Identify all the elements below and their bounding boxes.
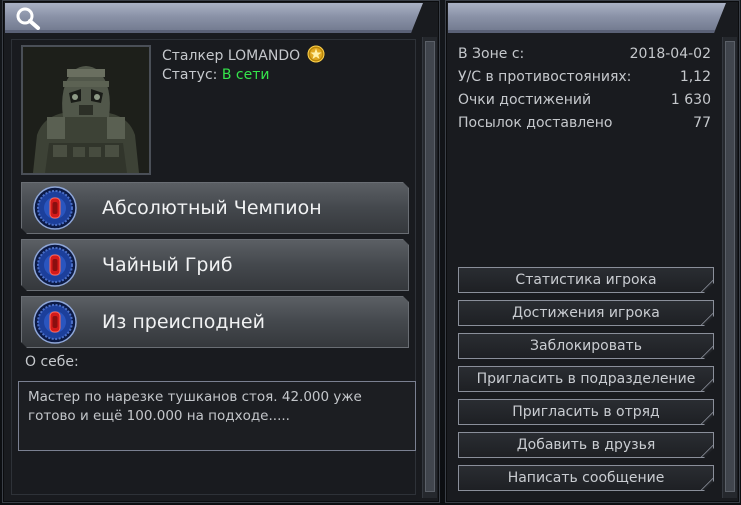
- stat-row-kd-ratio: У/С в противостояниях: 1,12: [458, 69, 711, 92]
- stat-value: 77: [693, 115, 711, 131]
- player-name-text: Сталкер LOMANDO: [162, 48, 301, 64]
- player-name: Сталкер LOMANDO: [162, 45, 325, 64]
- send-message-button[interactable]: Написать сообщение: [458, 465, 714, 491]
- achievement-emblem-icon: [33, 300, 77, 344]
- achievement-label: Из преисподней: [102, 311, 265, 333]
- invite-to-unit-button[interactable]: Пригласить в подразделение: [458, 366, 714, 392]
- player-achievements-button[interactable]: Достижения игрока: [458, 300, 714, 326]
- achievement-banner-2[interactable]: Чайный Гриб: [21, 239, 409, 291]
- achievement-label: Абсолютный Чемпион: [102, 197, 322, 219]
- player-stats-button[interactable]: Статистика игрока: [458, 267, 714, 293]
- stat-label: Очки достижений: [458, 92, 592, 108]
- stat-value: 1 630: [670, 92, 711, 108]
- achievement-label: Чайный Гриб: [102, 254, 233, 276]
- stat-row-achievement-points: Очки достижений 1 630: [458, 92, 711, 115]
- stat-label: У/С в противостояниях:: [458, 69, 632, 85]
- achievement-banner-1[interactable]: Абсолютный Чемпион: [21, 182, 409, 234]
- block-button[interactable]: Заблокировать: [458, 333, 714, 359]
- rank-star-icon: [307, 45, 325, 63]
- stats-scroll-thumb[interactable]: [725, 41, 735, 492]
- profile-panel: Сталкер LOMANDO Статус: В сети Абсолютны…: [2, 0, 440, 503]
- stats-panel: В Зоне с: 2018-04-02 У/С в противостояни…: [445, 0, 740, 503]
- add-friend-button[interactable]: Добавить в друзья: [458, 432, 714, 458]
- player-profile-window: Сталкер LOMANDO Статус: В сети Абсолютны…: [0, 0, 741, 505]
- stats-panel-header: [448, 3, 726, 33]
- about-label: О себе:: [25, 354, 79, 370]
- stat-row-parcels-delivered: Посылок доставлено 77: [458, 115, 711, 138]
- stat-value: 1,12: [679, 69, 711, 85]
- achievement-banner-3[interactable]: Из преисподней: [21, 296, 409, 348]
- stats-list: В Зоне с: 2018-04-02 У/С в противостояни…: [458, 46, 711, 138]
- status-online-badge: В сети: [221, 67, 270, 83]
- invite-to-squad-button[interactable]: Пригласить в отряд: [458, 399, 714, 425]
- profile-scrollbar[interactable]: [422, 37, 437, 498]
- stat-label: Посылок доставлено: [458, 115, 613, 131]
- achievement-emblem-icon: [33, 186, 77, 230]
- avatar: [21, 45, 151, 175]
- stats-scrollbar[interactable]: [722, 37, 737, 498]
- status-label: Статус:: [162, 67, 218, 83]
- stat-row-zone-since: В Зоне с: 2018-04-02: [458, 46, 711, 69]
- achievement-emblem-icon: [33, 243, 77, 287]
- stat-value: 2018-04-02: [629, 46, 711, 62]
- stalker-avatar-icon: [23, 47, 149, 173]
- profile-panel-header: [5, 3, 423, 33]
- profile-scroll-thumb[interactable]: [425, 41, 435, 492]
- about-textbox[interactable]: Мастер по нарезке тушканов стоя. 42.000 …: [18, 381, 416, 451]
- stat-label: В Зоне с:: [458, 46, 525, 62]
- status-line: Статус: В сети: [162, 67, 269, 83]
- search-icon[interactable]: [15, 6, 41, 30]
